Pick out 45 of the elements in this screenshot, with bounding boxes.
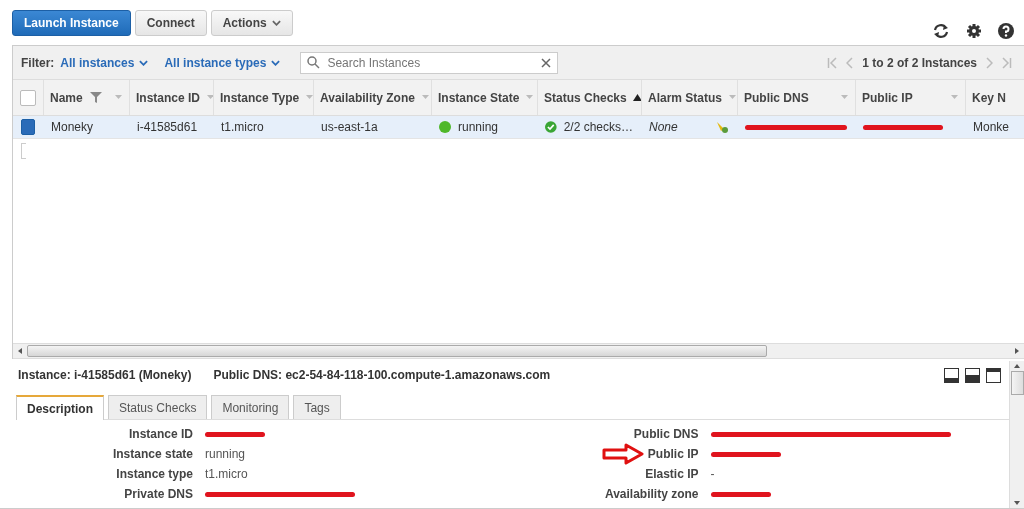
column-header[interactable]: Key N — [965, 80, 1015, 115]
field-label: Instance state — [111, 447, 193, 461]
table-cell: us-east-1a — [321, 120, 378, 134]
column-header[interactable]: Status Checks — [537, 80, 641, 115]
table-cell: 2/2 checks… — [563, 120, 633, 134]
column-header[interactable]: Instance State — [431, 80, 537, 115]
column-header[interactable]: Name — [43, 80, 129, 115]
column-header[interactable]: Instance ID — [129, 80, 213, 115]
field-value: running — [205, 447, 246, 461]
field-label: Private DNS — [123, 487, 193, 501]
column-header[interactable]: Instance Type — [213, 80, 313, 115]
field-label: Elastic IP — [645, 467, 699, 481]
filter-dropdown[interactable]: All instances — [60, 55, 149, 70]
filter-label: Filter: — [21, 55, 55, 70]
search-input[interactable]: Search Instances — [325, 54, 537, 71]
pagination-text: 1 to 2 of 2 Instances — [862, 55, 977, 70]
column-header[interactable]: Availability Zone — [313, 80, 431, 115]
field-label: Instance ID — [127, 427, 193, 441]
actions-button[interactable]: Actions — [210, 9, 293, 36]
field-label: Availability zone — [604, 487, 699, 501]
column-header[interactable]: Public DNS — [737, 80, 855, 115]
table-cell: Monke — [973, 120, 1010, 134]
field-value: t1.micro — [205, 467, 248, 481]
table-cell: None — [649, 120, 678, 134]
field-label: Instance type — [115, 467, 193, 481]
tab[interactable]: Tags — [293, 395, 341, 419]
filter-dropdown[interactable]: All instance types — [164, 55, 281, 70]
column-header[interactable]: Public IP — [855, 80, 965, 115]
instance-title: Instance: i-41585d61 (Moneky) — [18, 368, 192, 382]
field-value: - — [710, 467, 715, 481]
field-label: Public IP — [647, 447, 699, 461]
tab[interactable]: Monitoring — [211, 395, 290, 419]
public-dns-title: Public DNS: ec2-54-84-118-100.compute-1.amazonaws.com — [213, 368, 551, 382]
connect-button[interactable]: Connect — [134, 9, 207, 36]
tab[interactable]: Description — [16, 395, 104, 420]
field-label: Public DNS — [633, 427, 699, 441]
search-field[interactable]: Search Instances — [300, 51, 559, 74]
instance-row[interactable]: Moneky i-41585d61 t1.micro us-east-1a running 2/2 checks… None Monke — [13, 116, 1024, 139]
table-cell: i-41585d61 — [137, 120, 198, 134]
table-cell: Moneky — [51, 120, 94, 134]
tab[interactable]: Status Checks — [108, 395, 208, 419]
launch-button[interactable]: Launch Instance — [12, 9, 131, 36]
column-header[interactable]: Alarm Status — [641, 80, 737, 115]
table-cell: t1.micro — [221, 120, 264, 134]
table-cell: running — [458, 120, 499, 134]
